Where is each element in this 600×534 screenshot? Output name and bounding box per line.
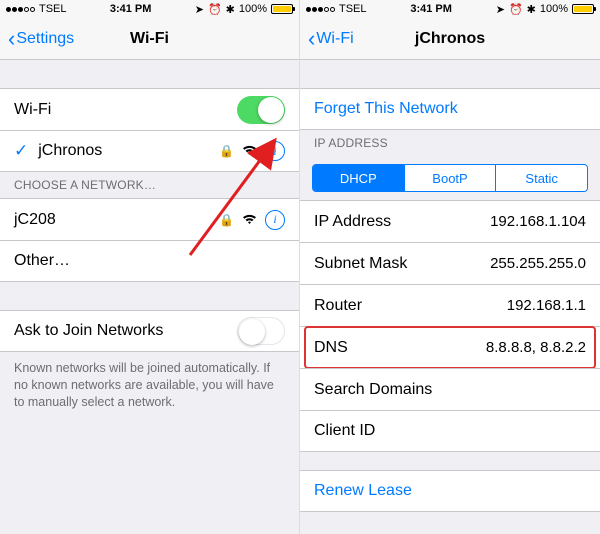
signal-dots-icon: [306, 7, 335, 12]
battery-pct: 100%: [239, 3, 267, 15]
nav-bar: ‹ Settings Wi-Fi: [0, 18, 299, 60]
carrier-label: TSEL: [339, 3, 367, 15]
router-label: Router: [314, 297, 507, 315]
ask-to-join-row[interactable]: Ask to Join Networks: [0, 310, 299, 352]
subnet-value: 255.255.255.0: [490, 255, 586, 272]
location-icon: ➤: [195, 3, 204, 16]
renew-lease-button[interactable]: Renew Lease: [300, 470, 600, 512]
other-label: Other…: [14, 252, 285, 270]
chevron-left-icon: ‹: [8, 28, 15, 50]
battery-icon: [572, 4, 594, 14]
signal-dots-icon: [6, 7, 35, 12]
ip-address-header: IP ADDRESS: [300, 130, 600, 156]
info-icon[interactable]: i: [265, 210, 285, 230]
lock-icon: 🔒: [219, 213, 234, 227]
seg-bootp[interactable]: BootP: [404, 165, 496, 191]
wifi-settings-screen: TSEL 3:41 PM ➤ ⏰ ✱ 100% ‹ Settings Wi-Fi…: [0, 0, 300, 534]
ip-address-row: IP Address 192.168.1.104: [300, 200, 600, 242]
bluetooth-icon: ✱: [527, 3, 536, 16]
back-button[interactable]: ‹ Wi-Fi: [308, 28, 354, 50]
subnet-label: Subnet Mask: [314, 255, 490, 273]
forget-label: Forget This Network: [314, 100, 586, 118]
connected-network-row[interactable]: ✓ jChronos 🔒 i: [0, 130, 299, 172]
subnet-row: Subnet Mask 255.255.255.0: [300, 242, 600, 284]
checkmark-icon: ✓: [14, 141, 28, 161]
info-icon[interactable]: i: [265, 141, 285, 161]
status-bar: TSEL 3:41 PM ➤ ⏰ ✱ 100%: [300, 0, 600, 18]
bluetooth-icon: ✱: [226, 3, 235, 16]
wifi-icon: [242, 212, 257, 228]
status-time: 3:41 PM: [67, 3, 195, 15]
connected-network-name: jChronos: [38, 142, 219, 160]
ask-footer-note: Known networks will be joined automatica…: [0, 352, 299, 411]
battery-pct: 100%: [540, 3, 568, 15]
ip-mode-segmented: DHCP BootP Static: [300, 156, 600, 200]
wifi-toggle[interactable]: [237, 96, 285, 124]
battery-icon: [271, 4, 293, 14]
seg-static[interactable]: Static: [495, 165, 587, 191]
location-icon: ➤: [496, 3, 505, 16]
ip-label: IP Address: [314, 213, 490, 231]
client-id-row[interactable]: Client ID: [300, 410, 600, 452]
dns-label: DNS: [314, 339, 486, 357]
back-label: Wi-Fi: [316, 30, 353, 48]
forget-network-button[interactable]: Forget This Network: [300, 88, 600, 130]
alarm-icon: ⏰: [208, 3, 222, 16]
content-area: Wi-Fi ✓ jChronos 🔒 i CHOOSE A NETWORK… j…: [0, 60, 299, 534]
dns-row[interactable]: DNS 8.8.8.8, 8.8.2.2: [300, 326, 600, 368]
back-button[interactable]: ‹ Settings: [8, 28, 74, 50]
wifi-icon: [242, 143, 257, 159]
ask-label: Ask to Join Networks: [14, 322, 237, 340]
ip-value: 192.168.1.104: [490, 213, 586, 230]
available-network-row[interactable]: jC208 🔒 i: [0, 198, 299, 240]
renew-label: Renew Lease: [314, 482, 586, 500]
status-bar: TSEL 3:41 PM ➤ ⏰ ✱ 100%: [0, 0, 299, 18]
ask-toggle[interactable]: [237, 317, 285, 345]
carrier-label: TSEL: [39, 3, 67, 15]
dns-value: 8.8.8.8, 8.8.2.2: [486, 339, 586, 356]
chevron-left-icon: ‹: [308, 28, 315, 50]
router-value: 192.168.1.1: [507, 297, 586, 314]
back-label: Settings: [16, 30, 74, 48]
search-domains-label: Search Domains: [314, 381, 586, 399]
seg-dhcp[interactable]: DHCP: [313, 165, 404, 191]
other-network-row[interactable]: Other…: [0, 240, 299, 282]
search-domains-row[interactable]: Search Domains: [300, 368, 600, 410]
wifi-toggle-row[interactable]: Wi-Fi: [0, 88, 299, 130]
choose-network-header: CHOOSE A NETWORK…: [0, 172, 299, 198]
network-name: jC208: [14, 211, 219, 229]
router-row: Router 192.168.1.1: [300, 284, 600, 326]
network-detail-screen: TSEL 3:41 PM ➤ ⏰ ✱ 100% ‹ Wi-Fi jChronos…: [300, 0, 600, 534]
status-time: 3:41 PM: [367, 3, 496, 15]
client-id-label: Client ID: [314, 422, 586, 440]
content-area: Forget This Network IP ADDRESS DHCP Boot…: [300, 60, 600, 534]
alarm-icon: ⏰: [509, 3, 523, 16]
wifi-label: Wi-Fi: [14, 101, 237, 119]
lock-icon: 🔒: [219, 144, 234, 158]
nav-bar: ‹ Wi-Fi jChronos: [300, 18, 600, 60]
